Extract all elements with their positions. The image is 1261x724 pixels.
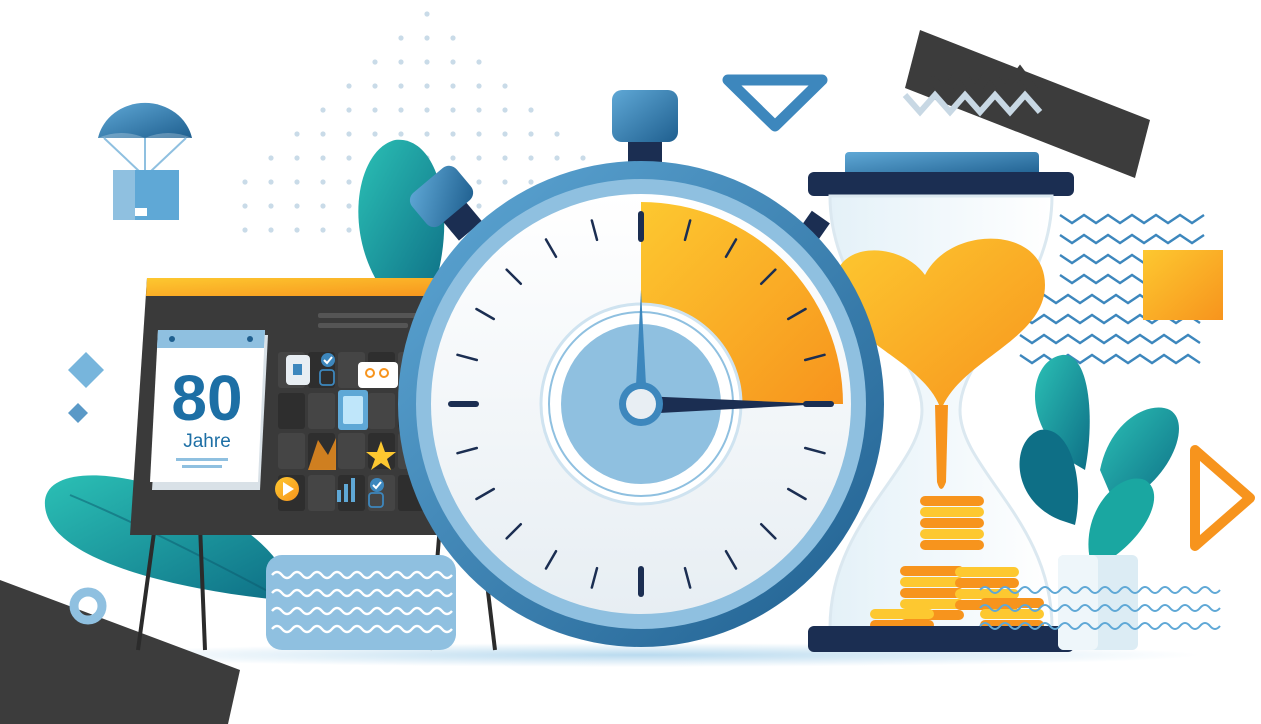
dot — [294, 131, 300, 137]
wave-line — [1019, 333, 1201, 345]
dot — [372, 131, 378, 137]
dot — [294, 203, 300, 209]
dot — [476, 155, 482, 161]
dot — [476, 131, 482, 137]
dot — [346, 83, 352, 89]
dot — [320, 131, 326, 137]
dot — [320, 179, 326, 185]
coin — [900, 599, 964, 609]
wave-block — [266, 555, 456, 650]
dot — [346, 131, 352, 137]
dot — [554, 155, 560, 161]
dot — [502, 155, 508, 161]
coin — [920, 507, 984, 517]
time-money-illustration: 80 Jahre — [0, 11, 1255, 724]
dot — [242, 179, 248, 185]
dot — [450, 83, 456, 89]
dot — [476, 107, 482, 113]
dot — [346, 107, 352, 113]
dot — [242, 203, 248, 209]
play-icon — [275, 477, 299, 501]
coin — [920, 496, 984, 506]
board-tile — [338, 433, 365, 469]
decor-triangle-right — [1190, 445, 1255, 551]
dot — [268, 155, 274, 161]
dot — [424, 59, 430, 65]
wave-line — [1059, 213, 1205, 225]
decor-orange-square — [1143, 250, 1223, 320]
board-tile — [308, 393, 335, 429]
dot — [268, 203, 274, 209]
calendar-icon: 80 Jahre — [150, 330, 268, 490]
dot — [398, 131, 404, 137]
dot — [294, 179, 300, 185]
dot — [450, 131, 456, 137]
dot — [320, 203, 326, 209]
dot — [476, 179, 482, 185]
decor-ring — [69, 587, 107, 625]
board-tile — [278, 393, 305, 429]
dot — [346, 227, 352, 233]
dot — [320, 227, 326, 233]
dot — [502, 179, 508, 185]
dot — [320, 155, 326, 161]
board-tile — [368, 393, 395, 429]
dot — [450, 155, 456, 161]
dot — [268, 227, 274, 233]
dot — [424, 83, 430, 89]
dot — [528, 131, 534, 137]
coin — [920, 540, 984, 550]
dot — [346, 203, 352, 209]
dot — [294, 155, 300, 161]
coin — [870, 609, 934, 619]
parachute-box-icon — [98, 102, 192, 220]
dot — [476, 83, 482, 89]
coin — [920, 518, 984, 528]
dot — [450, 107, 456, 113]
decor-diamond-large — [68, 352, 104, 388]
dot — [398, 107, 404, 113]
dot — [346, 179, 352, 185]
dot — [502, 83, 508, 89]
dot — [424, 35, 430, 41]
dot — [372, 107, 378, 113]
dot — [398, 35, 404, 41]
dot — [528, 155, 534, 161]
decor-triangle-down — [722, 74, 828, 132]
dot — [450, 35, 456, 41]
dot — [424, 107, 430, 113]
dot — [528, 179, 534, 185]
dot — [476, 203, 482, 209]
dot — [580, 155, 586, 161]
wave-line — [1019, 353, 1201, 365]
coin — [900, 566, 964, 576]
dot — [346, 155, 352, 161]
dot — [294, 227, 300, 233]
dot — [320, 107, 326, 113]
dot — [372, 59, 378, 65]
coin — [900, 577, 964, 587]
dot — [268, 179, 274, 185]
coin — [900, 588, 964, 598]
dot — [398, 83, 404, 89]
dot — [372, 83, 378, 89]
coin — [920, 529, 984, 539]
decor-diamond-small — [68, 403, 88, 423]
dot — [476, 59, 482, 65]
dot — [502, 131, 508, 137]
dot — [450, 59, 456, 65]
board-tile — [308, 475, 335, 511]
calendar-number: 80 — [171, 362, 242, 434]
dot — [502, 107, 508, 113]
dot — [554, 131, 560, 137]
coin — [955, 567, 1019, 577]
board-tile — [278, 433, 305, 469]
wave-line — [1059, 233, 1205, 245]
dot — [242, 227, 248, 233]
calendar-word: Jahre — [183, 431, 231, 452]
dot — [528, 107, 534, 113]
dot — [424, 11, 430, 17]
dot — [398, 59, 404, 65]
dot — [424, 131, 430, 137]
